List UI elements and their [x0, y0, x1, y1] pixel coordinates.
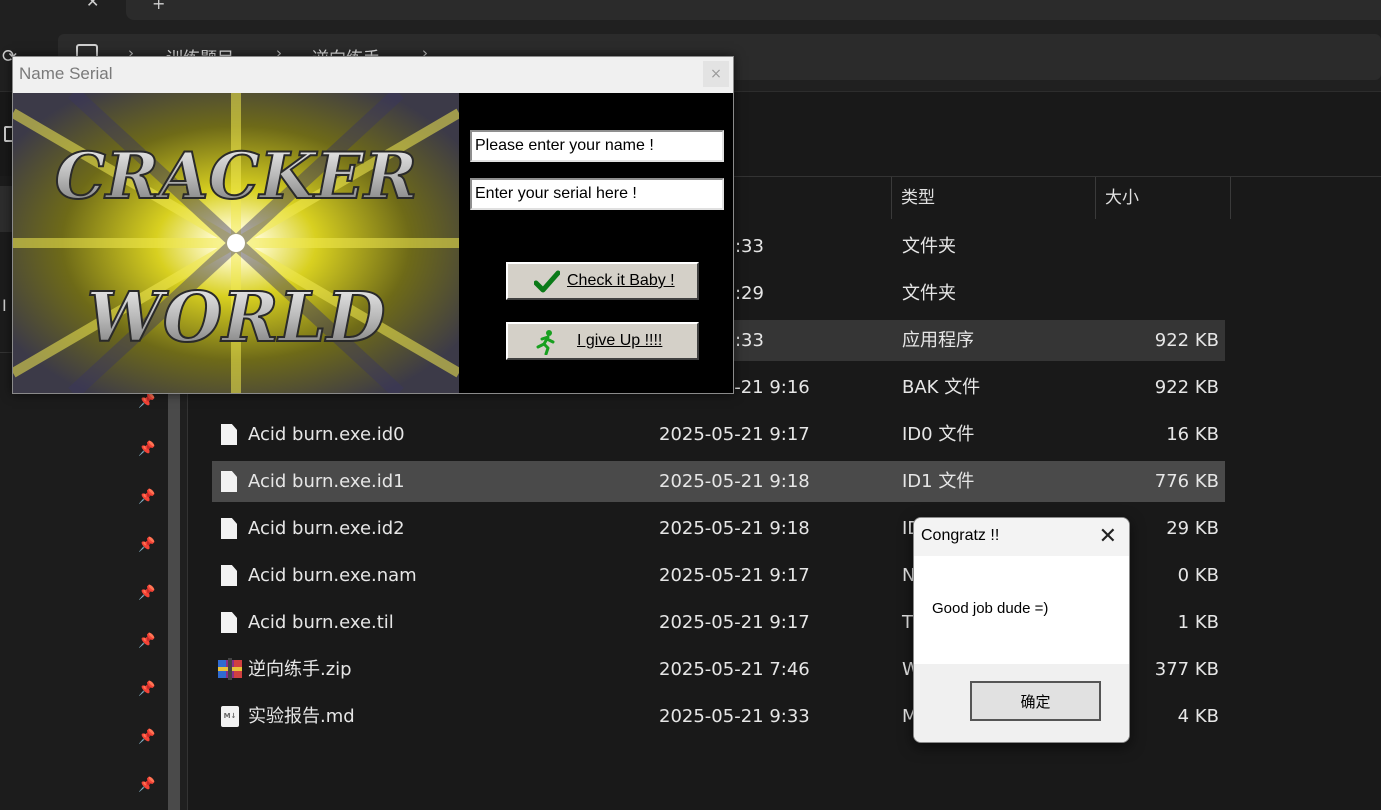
file-size: 1 KB: [1177, 612, 1219, 633]
file-date: 2025-05-21 9:33: [659, 706, 810, 727]
file-size: 776 KB: [1154, 471, 1219, 492]
file-type: ID1 文件: [902, 471, 975, 492]
file-date: 2025-05-21 9:17: [659, 612, 810, 633]
file-name: Acid burn.exe.nam: [248, 565, 417, 586]
file-row[interactable]: Acid burn.exe.id0 2025-05-21 9:17 ID0 文件…: [212, 414, 1225, 455]
file-type: ID0 文件: [902, 424, 975, 445]
file-date: 2025-05-21 9:17: [659, 424, 810, 445]
pin-icon[interactable]: 📌: [138, 633, 155, 649]
crackme-titlebar[interactable]: Name Serial ×: [13, 57, 733, 93]
file-type: 应用程序: [902, 330, 974, 351]
file-date: 2025-05-21 7:46: [659, 659, 810, 680]
new-tab-icon[interactable]: +: [152, 0, 165, 13]
dialog-message: Good job dude =): [932, 600, 1049, 617]
cracker-world-banner: CRACKER WORLD: [13, 93, 459, 393]
ok-button[interactable]: 确定: [970, 681, 1101, 721]
column-header-type[interactable]: 类型: [892, 177, 935, 219]
file-type: 文件夹: [902, 236, 956, 257]
tab-close-icon[interactable]: ✕: [86, 0, 99, 11]
running-man-icon: [536, 330, 555, 355]
dialog-footer: 确定: [914, 664, 1129, 742]
file-date: 2025-05-21 9:17: [659, 565, 810, 586]
file-icon: [221, 612, 237, 633]
file-icon: [221, 424, 237, 445]
serial-input[interactable]: [470, 178, 724, 210]
file-date: 2025-05-21 9:18: [659, 471, 810, 492]
give-up-button[interactable]: I give Up !!!!: [506, 322, 699, 360]
file-name: 实验报告.md: [248, 706, 355, 727]
file-icon: [221, 471, 237, 492]
give-up-button-label: I give Up !!!!: [577, 332, 663, 349]
file-type: T: [902, 612, 913, 633]
file-size: 922 KB: [1154, 330, 1219, 351]
tab-bar: ✕ +: [0, 0, 1381, 22]
file-name: Acid burn.exe.id2: [248, 518, 405, 539]
pin-icon[interactable]: 📌: [138, 681, 155, 697]
file-name: Acid burn.exe.id0: [248, 424, 405, 445]
sidebar-item-partial[interactable]: I: [2, 296, 7, 315]
file-type: BAK 文件: [902, 377, 981, 398]
check-button-label: Check it Baby !: [567, 272, 675, 289]
file-icon: [221, 565, 237, 586]
column-divider[interactable]: [1230, 177, 1231, 219]
close-icon[interactable]: ×: [703, 61, 729, 87]
file-size: 0 KB: [1177, 565, 1219, 586]
pin-icon[interactable]: 📌: [138, 537, 155, 553]
archive-icon: [218, 658, 242, 680]
pin-icon[interactable]: 📌: [138, 393, 155, 409]
crackme-window: Name Serial × CRACKER WORLD Please enter…: [12, 56, 734, 394]
banner-text-world: WORLD: [87, 278, 386, 358]
pin-icon[interactable]: 📌: [138, 729, 155, 745]
file-size: 4 KB: [1177, 706, 1219, 727]
file-date: 2025-05-21 9:18: [659, 518, 810, 539]
pin-icon[interactable]: 📌: [138, 585, 155, 601]
file-row[interactable]: Acid burn.exe.id1 2025-05-21 9:18 ID1 文件…: [212, 461, 1225, 502]
file-size: 29 KB: [1166, 518, 1219, 539]
dialog-body: Good job dude =): [914, 556, 1129, 664]
congratz-dialog: Congratz !! ✕ Good job dude =) 确定: [913, 517, 1130, 743]
file-size: 922 KB: [1154, 377, 1219, 398]
check-button[interactable]: Check it Baby !: [506, 262, 699, 300]
banner-image: CRACKER WORLD: [13, 93, 459, 393]
pin-icon[interactable]: 📌: [138, 441, 155, 457]
file-name: Acid burn.exe.til: [248, 612, 394, 633]
close-icon[interactable]: ✕: [1099, 524, 1117, 549]
file-size: 377 KB: [1154, 659, 1219, 680]
file-size: 16 KB: [1166, 424, 1219, 445]
banner-text-cracker: CRACKER: [55, 139, 417, 214]
dialog-titlebar[interactable]: Congratz !! ✕: [914, 518, 1129, 556]
sidebar-item-selected[interactable]: [0, 186, 12, 232]
file-name: 逆向练手.zip: [248, 659, 352, 680]
dialog-title: Congratz !!: [921, 527, 1000, 544]
checkmark-icon: [534, 270, 560, 293]
file-name: Acid burn.exe.id1: [248, 471, 405, 492]
markdown-file-icon: M↓: [221, 706, 239, 727]
file-icon: [221, 518, 237, 539]
crackme-title: Name Serial: [19, 64, 113, 83]
name-input[interactable]: [470, 130, 724, 162]
column-header-size[interactable]: 大小: [1096, 177, 1139, 219]
file-type: 文件夹: [902, 283, 956, 304]
pin-icon[interactable]: 📌: [138, 777, 155, 793]
active-tab[interactable]: [126, 0, 1381, 20]
pin-icon[interactable]: 📌: [138, 489, 155, 505]
